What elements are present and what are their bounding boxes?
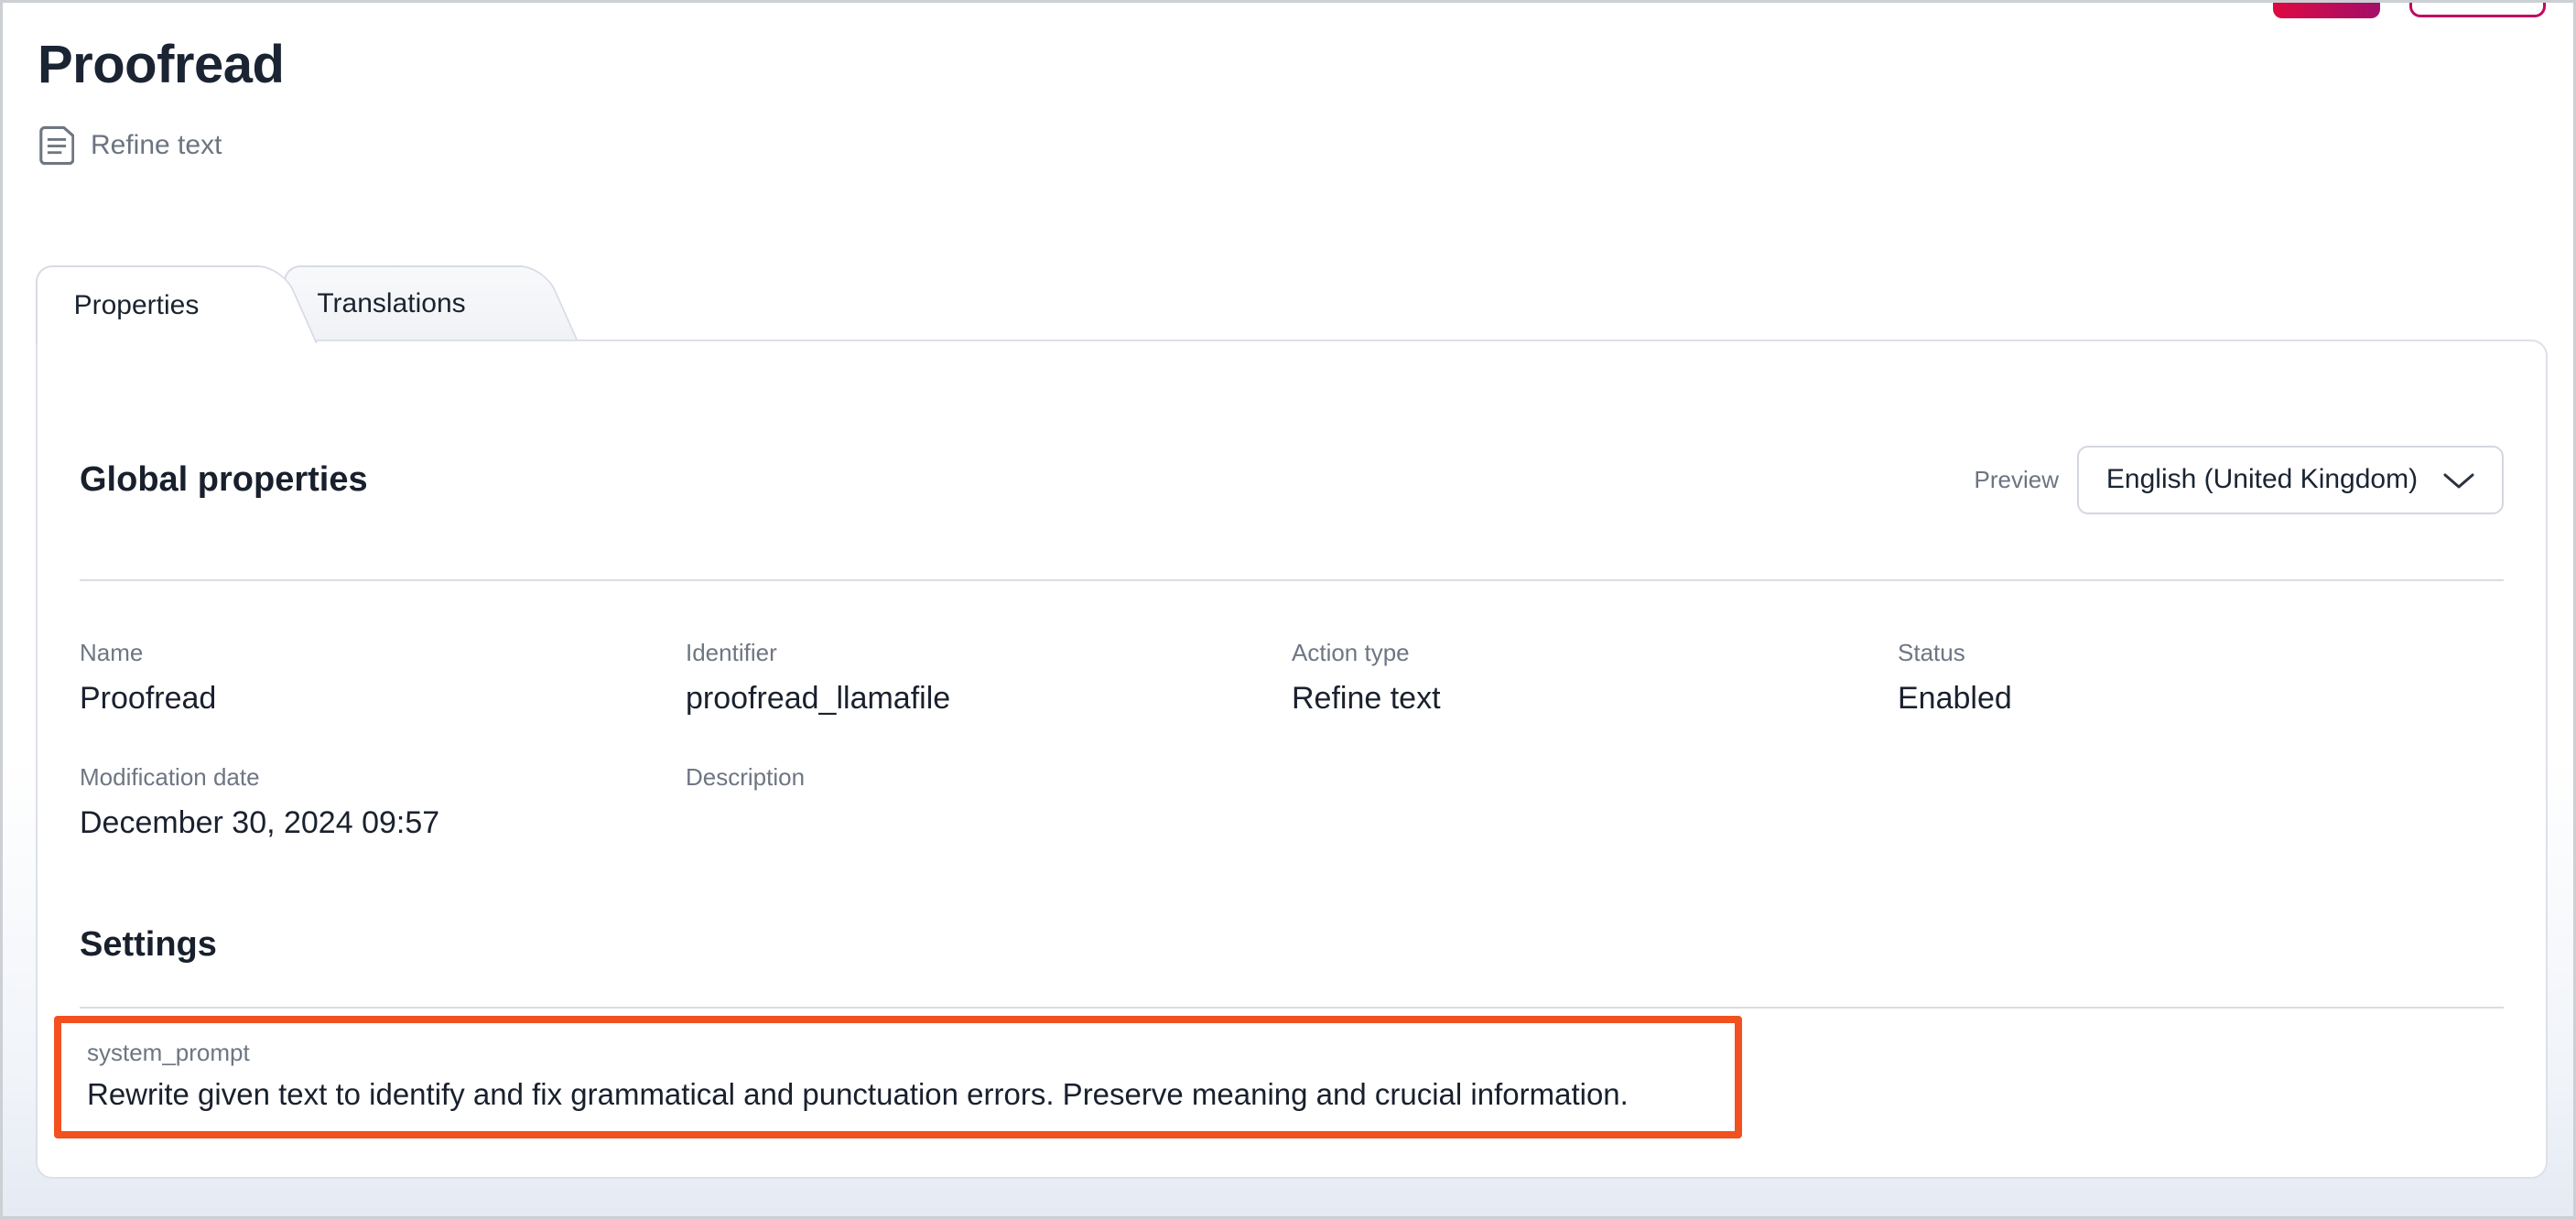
field-label: Description (686, 762, 1292, 792)
divider (80, 579, 2504, 581)
divider (80, 1007, 2504, 1009)
language-select[interactable]: English (United Kingdom) (2077, 446, 2504, 514)
field-label: Name (80, 638, 686, 667)
field-value: proofread_llamafile (686, 678, 1292, 718)
field-label: Modification date (80, 762, 686, 792)
preview-language-group: Preview English (United Kingdom) (1975, 446, 2504, 514)
field-status: Status Enabled (1898, 638, 2504, 718)
field-label: Status (1898, 638, 2504, 667)
field-identifier: Identifier proofread_llamafile (686, 638, 1292, 718)
page-title: Proofread (38, 34, 284, 95)
field-value: December 30, 2024 09:57 (80, 803, 686, 843)
tab-bar: Properties Translations (36, 265, 497, 343)
preview-label: Preview (1975, 466, 2059, 494)
primary-action-button-cutoff[interactable] (2273, 0, 2380, 18)
field-modification-date: Modification date December 30, 2024 09:5… (80, 762, 686, 843)
global-properties-fields: Name Proofread Identifier proofread_llam… (80, 638, 2504, 843)
field-label: Action type (1292, 638, 1898, 667)
field-value: Refine text (1292, 678, 1898, 718)
page-subtitle-label: Refine text (91, 130, 222, 161)
tab-properties[interactable]: Properties (36, 265, 235, 343)
settings-heading: Settings (80, 925, 2504, 965)
tab-translations[interactable]: Translations (284, 265, 497, 340)
field-value: Proofread (80, 678, 686, 718)
system-prompt-highlight-box: system_prompt Rewrite given text to iden… (54, 1016, 1742, 1138)
language-select-value: English (United Kingdom) (2106, 464, 2418, 495)
field-value: Enabled (1898, 678, 2504, 718)
field-name: Name Proofread (80, 638, 686, 718)
page-subtitle: Refine text (39, 125, 222, 166)
global-properties-header-row: Global properties Preview English (Unite… (80, 444, 2504, 515)
system-prompt-label: system_prompt (87, 1038, 1707, 1067)
global-properties-heading: Global properties (80, 460, 368, 500)
page: Proofread Refine text Properties Transla… (0, 0, 2576, 1219)
field-label: Identifier (686, 638, 1292, 667)
properties-panel: Global properties Preview English (Unite… (36, 340, 2548, 1179)
tab-translations-label: Translations (317, 288, 465, 319)
secondary-action-button-cutoff[interactable] (2409, 0, 2546, 17)
system-prompt-value: Rewrite given text to identify and fix g… (87, 1074, 1707, 1115)
field-description: Description (686, 762, 1292, 843)
field-action-type: Action type Refine text (1292, 638, 1898, 718)
chevron-down-icon (2443, 469, 2474, 490)
document-text-icon (39, 125, 74, 166)
tab-properties-label: Properties (74, 290, 200, 321)
